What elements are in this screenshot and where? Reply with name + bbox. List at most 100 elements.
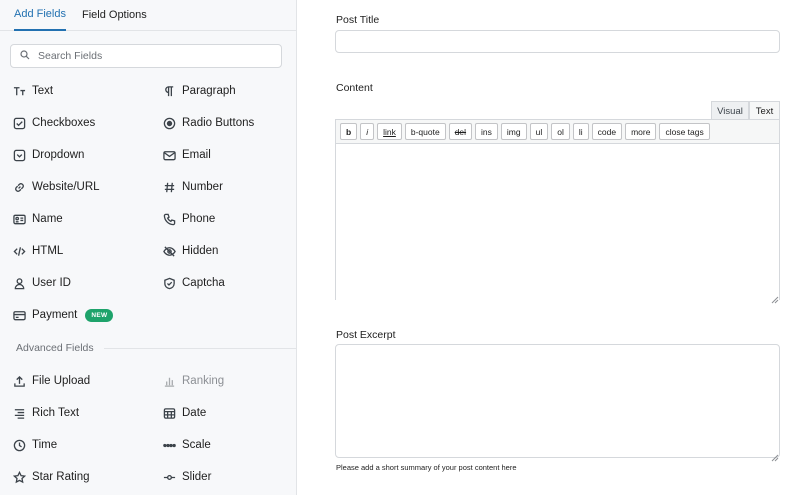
star-icon <box>12 470 26 484</box>
field-sidebar: Add Fields Field Options Text Paragraph … <box>0 0 297 495</box>
field-checkboxes[interactable]: Checkboxes <box>12 113 95 133</box>
field-name[interactable]: Name <box>12 209 63 229</box>
content-resize-handle[interactable] <box>771 291 779 304</box>
field-number[interactable]: Number <box>162 177 223 197</box>
excerpt-help-text: Please add a short summary of your post … <box>336 463 517 472</box>
li-button[interactable]: li <box>572 123 589 140</box>
field-rich-text[interactable]: Rich Text <box>12 403 79 423</box>
field-dropdown[interactable]: Dropdown <box>12 145 84 165</box>
field-email[interactable]: Email <box>162 145 211 165</box>
hash-icon <box>162 180 176 194</box>
eye-off-icon <box>162 244 176 258</box>
content-label: Content <box>336 82 373 94</box>
code-button[interactable]: code <box>591 123 623 140</box>
field-paragraph[interactable]: Paragraph <box>162 81 236 101</box>
field-label: Slider <box>182 471 212 483</box>
email-icon <box>162 148 176 162</box>
field-label: Paragraph <box>182 85 236 97</box>
post-title-input[interactable] <box>335 30 780 53</box>
field-label: Website/URL <box>32 181 100 193</box>
clock-icon <box>12 438 26 452</box>
section-divider <box>104 348 297 349</box>
field-captcha[interactable]: Captcha <box>162 273 225 293</box>
code-icon <box>12 244 26 258</box>
post-excerpt-textarea[interactable] <box>335 344 780 458</box>
field-payment[interactable]: Payment NEW <box>12 305 114 325</box>
paragraph-icon <box>162 84 176 98</box>
field-scale[interactable]: Scale <box>162 435 211 455</box>
visual-mode-tab[interactable]: Visual <box>711 101 749 120</box>
field-slider[interactable]: Slider <box>162 467 211 487</box>
field-hidden[interactable]: Hidden <box>162 241 218 261</box>
more-button[interactable]: more <box>625 123 657 140</box>
advanced-fields-title: Advanced Fields <box>16 342 94 354</box>
field-label: Name <box>32 213 63 225</box>
field-label: Number <box>182 181 223 193</box>
bar-chart-icon <box>162 374 176 388</box>
field-star-rating[interactable]: Star Rating <box>12 467 90 487</box>
post-excerpt-label: Post Excerpt <box>336 329 396 341</box>
credit-card-icon <box>12 308 26 322</box>
field-website-url[interactable]: Website/URL <box>12 177 100 197</box>
search-box <box>10 44 282 68</box>
user-icon <box>12 276 26 290</box>
field-html[interactable]: HTML <box>12 241 63 261</box>
field-label: Dropdown <box>32 149 85 161</box>
field-text[interactable]: Text <box>12 81 53 101</box>
field-label: Ranking <box>182 375 225 387</box>
field-label: Phone <box>182 213 216 225</box>
sidebar-tabs: Add Fields Field Options <box>0 0 296 31</box>
bold-button[interactable]: b <box>340 123 358 140</box>
field-label: Checkboxes <box>32 117 96 129</box>
shield-check-icon <box>162 276 176 290</box>
field-label: HTML <box>32 245 64 257</box>
field-label: User ID <box>32 277 71 289</box>
field-user-id[interactable]: User ID <box>12 273 71 293</box>
field-label: Payment <box>32 309 78 321</box>
field-ranking: Ranking <box>162 371 224 391</box>
field-radio-buttons[interactable]: Radio Buttons <box>162 113 254 133</box>
field-label: Email <box>182 149 211 161</box>
field-label: Star Rating <box>32 471 90 483</box>
field-label: Hidden <box>182 245 219 257</box>
phone-icon <box>162 212 176 226</box>
field-phone[interactable]: Phone <box>162 209 215 229</box>
field-time[interactable]: Time <box>12 435 57 455</box>
close-tags-button[interactable]: close tags <box>659 123 710 140</box>
field-label: Radio Buttons <box>182 117 255 129</box>
ul-button[interactable]: ul <box>529 123 549 140</box>
field-label: Captcha <box>182 277 225 289</box>
checkbox-icon <box>12 116 26 130</box>
field-date[interactable]: Date <box>162 403 206 423</box>
blockquote-button[interactable]: b-quote <box>404 123 446 140</box>
link-button[interactable]: link <box>377 123 402 140</box>
slider-icon <box>162 470 176 484</box>
quicktags-toolbar: b i link b-quote del ins img ul ol li co… <box>336 120 779 144</box>
excerpt-resize-handle[interactable] <box>771 449 779 462</box>
img-button[interactable]: img <box>500 123 527 140</box>
tab-add-fields[interactable]: Add Fields <box>14 0 66 31</box>
scale-dots-icon <box>162 438 176 452</box>
upload-icon <box>12 374 26 388</box>
content-editor: b i link b-quote del ins img ul ol li co… <box>335 119 780 300</box>
calendar-icon <box>162 406 176 420</box>
radio-icon <box>162 116 176 130</box>
ins-button[interactable]: ins <box>475 123 498 140</box>
dropdown-icon <box>12 148 26 162</box>
field-label: Scale <box>182 439 211 451</box>
content-textarea[interactable] <box>336 144 779 300</box>
field-label: Time <box>32 439 58 451</box>
post-title-label: Post Title <box>336 14 380 26</box>
field-file-upload[interactable]: File Upload <box>12 371 90 391</box>
rich-text-icon <box>12 406 26 420</box>
link-icon <box>12 180 26 194</box>
text-mode-tab[interactable]: Text <box>749 101 780 120</box>
tab-field-options[interactable]: Field Options <box>82 0 147 31</box>
ol-button[interactable]: ol <box>551 123 570 140</box>
italic-button[interactable]: i <box>360 123 375 140</box>
del-button[interactable]: del <box>448 123 473 140</box>
search-input[interactable] <box>38 50 278 62</box>
field-label: Rich Text <box>32 407 80 419</box>
text-icon <box>12 84 26 98</box>
field-label: Text <box>32 85 54 97</box>
